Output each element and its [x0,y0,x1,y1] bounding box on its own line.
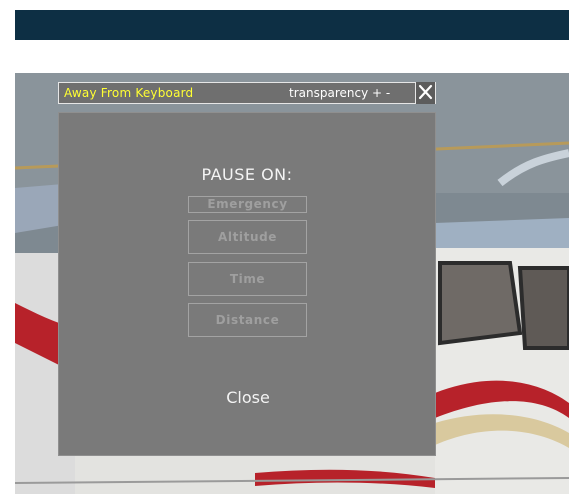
top-banner [15,10,569,40]
distance-option-button[interactable]: Distance [188,303,307,337]
dialog-title: Away From Keyboard [64,86,194,100]
close-button[interactable]: Close [199,385,297,411]
afk-dialog-panel: PAUSE ON: Emergency Altitude Time Distan… [58,112,436,456]
dialog-title-bar[interactable]: Away From Keyboard transparency + - [58,82,436,104]
transparency-control[interactable]: transparency + - [289,86,390,100]
pause-on-heading: PAUSE ON: [201,165,293,184]
altitude-option-button[interactable]: Altitude [188,220,307,254]
close-icon[interactable] [415,82,435,104]
emergency-option-button[interactable]: Emergency [188,196,307,213]
time-option-button[interactable]: Time [188,262,307,296]
